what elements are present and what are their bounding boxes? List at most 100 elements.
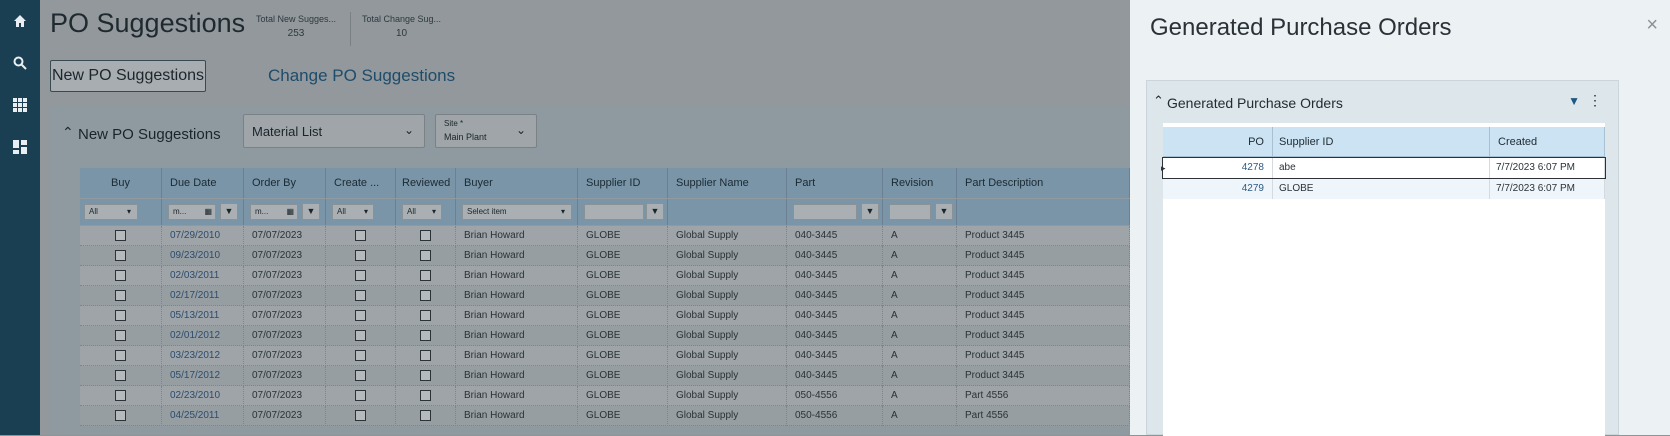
generated-po-panel: ⌃ Generated Purchase Orders ▼ ⋮ PO Suppl… <box>1146 80 1619 436</box>
row-checkbox[interactable] <box>115 369 126 381</box>
table-row[interactable]: 05/17/2012 07/07/2023 Brian Howard GLOBE Glo… <box>80 366 1130 386</box>
row-checkbox[interactable] <box>420 329 431 341</box>
row-checkbox[interactable] <box>115 289 126 301</box>
table-cell: 02/23/2010 <box>162 386 244 406</box>
filter-icon[interactable]: ▼ <box>1568 94 1580 108</box>
reviewed-filter[interactable]: All ▾ <box>402 204 442 220</box>
collapse-chevron-icon[interactable]: ⌃ <box>1153 93 1164 109</box>
row-checkbox[interactable] <box>420 309 431 321</box>
row-checkbox[interactable] <box>115 349 126 361</box>
filter-icon[interactable]: ▼ <box>302 203 320 220</box>
revision-filter[interactable] <box>889 204 931 220</box>
due-date-filter[interactable]: m... ▦ <box>168 204 216 220</box>
table-cell: A <box>883 266 957 286</box>
row-checkbox[interactable] <box>355 229 366 241</box>
table-cell: GLOBE <box>1273 179 1490 199</box>
row-checkbox[interactable] <box>420 409 431 421</box>
buy-filter[interactable]: All ▾ <box>84 204 138 220</box>
col-order-by[interactable]: Order By <box>244 168 326 198</box>
row-checkbox[interactable] <box>115 389 126 401</box>
table-row[interactable]: 03/23/2012 07/07/2023 Brian Howard GLOBE Glo… <box>80 346 1130 366</box>
table-cell: 040-3445 <box>787 246 883 266</box>
filter-cell: All ▾ <box>80 199 162 225</box>
row-checkbox[interactable] <box>420 349 431 361</box>
home-icon[interactable] <box>0 0 40 42</box>
row-checkbox[interactable] <box>115 309 126 321</box>
table-row[interactable]: 04/25/2011 07/07/2023 Brian Howard GLOBE Glo… <box>80 406 1130 426</box>
row-checkbox[interactable] <box>420 369 431 381</box>
table-cell: A <box>883 286 957 306</box>
col-revision[interactable]: Revision <box>883 168 957 198</box>
kpi-total-new: Total New Sugges... 253 <box>256 14 336 39</box>
table-row[interactable]: 02/23/2010 07/07/2023 Brian Howard GLOBE Glo… <box>80 386 1130 406</box>
table-cell: GLOBE <box>578 346 668 366</box>
site-select[interactable]: Site * Main Plant ⌄ <box>435 114 537 148</box>
row-checkbox[interactable] <box>420 389 431 401</box>
dashboard-icon[interactable] <box>0 126 40 168</box>
row-checkbox[interactable] <box>115 409 126 421</box>
part-filter[interactable] <box>793 204 857 220</box>
row-checkbox[interactable] <box>420 269 431 281</box>
left-nav <box>0 0 40 435</box>
col-supplier-name[interactable]: Supplier Name <box>668 168 787 198</box>
filter-icon[interactable]: ▼ <box>646 203 664 220</box>
table-row[interactable]: 4278 abe 7/7/2023 6:07 PM ▸ <box>1161 157 1606 179</box>
col-supplier-id[interactable]: Supplier ID <box>1273 127 1490 157</box>
checkbox-cell <box>80 226 162 246</box>
col-created[interactable]: Created <box>1490 127 1605 157</box>
row-checkbox[interactable] <box>420 289 431 301</box>
search-icon[interactable] <box>0 42 40 84</box>
row-checkbox[interactable] <box>420 229 431 241</box>
row-checkbox[interactable] <box>355 349 366 361</box>
collapse-chevron-icon[interactable]: ⌃ <box>62 124 74 141</box>
tab-change-po-suggestions[interactable]: Change PO Suggestions <box>268 66 455 86</box>
close-icon[interactable]: × <box>1646 14 1658 37</box>
supplier-id-filter[interactable] <box>584 204 644 220</box>
row-checkbox[interactable] <box>115 229 126 241</box>
row-checkbox[interactable] <box>355 249 366 261</box>
row-checkbox[interactable] <box>420 249 431 261</box>
row-checkbox[interactable] <box>355 409 366 421</box>
row-checkbox[interactable] <box>355 289 366 301</box>
more-options-icon[interactable]: ⋮ <box>1588 92 1602 109</box>
row-checkbox[interactable] <box>115 249 126 261</box>
row-checkbox[interactable] <box>115 269 126 281</box>
table-row[interactable]: 4279 GLOBE 7/7/2023 6:07 PM <box>1163 179 1605 199</box>
buyer-filter[interactable]: Select item ▾ <box>462 204 572 220</box>
table-row[interactable]: 02/03/2011 07/07/2023 Brian Howard GLOBE Glo… <box>80 266 1130 286</box>
table-cell: Part 4556 <box>957 406 1130 426</box>
col-po[interactable]: PO <box>1163 127 1273 157</box>
buyer-filter-value: Select item <box>467 207 507 216</box>
row-checkbox[interactable] <box>355 389 366 401</box>
table-cell: Product 3445 <box>957 246 1130 266</box>
col-part-description[interactable]: Part Description <box>957 168 1130 198</box>
col-due-date[interactable]: Due Date <box>162 168 244 198</box>
table-row[interactable]: 09/23/2010 07/07/2023 Brian Howard GLOBE Glo… <box>80 246 1130 266</box>
col-part[interactable]: Part <box>787 168 883 198</box>
col-supplier-id[interactable]: Supplier ID <box>578 168 668 198</box>
table-row[interactable]: 02/17/2011 07/07/2023 Brian Howard GLOBE Glo… <box>80 286 1130 306</box>
row-checkbox[interactable] <box>355 369 366 381</box>
col-buy[interactable]: Buy <box>80 168 162 198</box>
table-cell: GLOBE <box>578 246 668 266</box>
filter-icon[interactable]: ▼ <box>861 203 879 220</box>
col-reviewed[interactable]: Reviewed <box>396 168 456 198</box>
caret-down-icon: ▾ <box>560 207 565 216</box>
col-create[interactable]: Create ... <box>326 168 396 198</box>
row-checkbox[interactable] <box>355 269 366 281</box>
tab-new-po-suggestions[interactable]: New PO Suggestions <box>50 60 206 92</box>
row-checkbox[interactable] <box>355 329 366 341</box>
row-checkbox[interactable] <box>115 329 126 341</box>
create-filter[interactable]: All ▾ <box>332 204 374 220</box>
row-checkbox[interactable] <box>355 309 366 321</box>
view-select[interactable]: Material List ⌄ <box>243 114 425 148</box>
order-by-filter[interactable]: m... ▦ <box>250 204 298 220</box>
table-cell: A <box>883 326 957 346</box>
filter-icon[interactable]: ▼ <box>220 203 238 220</box>
table-row[interactable]: 07/29/2010 07/07/2023 Brian Howard GLOBE Glo… <box>80 226 1130 246</box>
filter-icon[interactable]: ▼ <box>935 203 953 220</box>
table-row[interactable]: 05/13/2011 07/07/2023 Brian Howard GLOBE Glo… <box>80 306 1130 326</box>
col-buyer[interactable]: Buyer <box>456 168 578 198</box>
table-row[interactable]: 02/01/2012 07/07/2023 Brian Howard GLOBE Glo… <box>80 326 1130 346</box>
apps-grid-icon[interactable] <box>0 84 40 126</box>
